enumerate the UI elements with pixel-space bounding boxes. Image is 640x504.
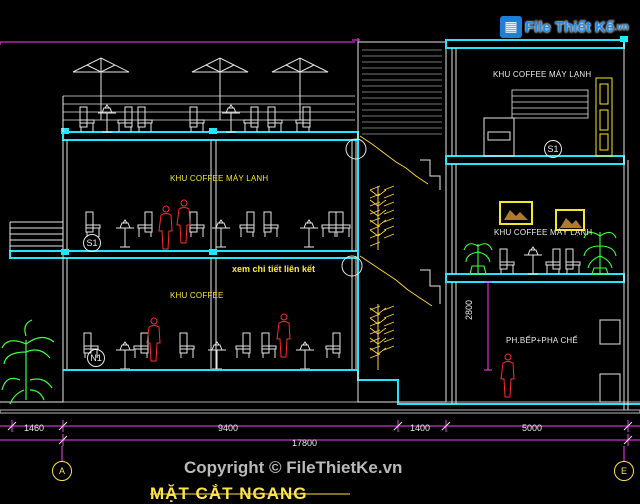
ac-unit bbox=[511, 89, 589, 119]
room-label-right-mid: KHU COFFEE MÁY LẠNH bbox=[494, 228, 593, 237]
plant-right-2 bbox=[583, 231, 617, 275]
stair-flight-1 bbox=[359, 135, 429, 185]
dimension-lines bbox=[0, 420, 640, 462]
dim-segment-4: 5000 bbox=[522, 423, 543, 433]
site-outline bbox=[0, 38, 360, 45]
person-ground-b bbox=[276, 313, 291, 358]
logo-suffix: .vn bbox=[614, 21, 629, 33]
axis-marker-a: A bbox=[52, 461, 72, 481]
drawing-title: MẶT CẮT NGANG bbox=[150, 484, 308, 503]
plant-right-1 bbox=[463, 243, 493, 275]
person-floor1-a bbox=[158, 205, 173, 250]
logo-text: File Thiết Kế bbox=[525, 18, 615, 36]
height-dim bbox=[484, 281, 492, 371]
copyright-watermark: Copyright © FileThietKe.vn bbox=[184, 458, 403, 477]
person-kitchen bbox=[500, 353, 515, 398]
wall-painting-2 bbox=[555, 209, 585, 231]
person-floor1-b bbox=[176, 199, 191, 244]
person-ground-a bbox=[146, 317, 161, 362]
stair-well bbox=[357, 41, 447, 403]
wall-painting-1 bbox=[499, 201, 533, 225]
stair-tree-1 bbox=[369, 186, 387, 250]
dim-segment-1: 1460 bbox=[24, 423, 45, 433]
room-label-first-floor: KHU COFFEE MÁY LẠNH bbox=[170, 174, 269, 183]
detail-note: xem chi tiết liên kết bbox=[232, 264, 316, 274]
kitchen-cabinet bbox=[599, 319, 621, 403]
level-tag-n1: N1 bbox=[87, 349, 105, 367]
room-label-kitchen: PH.BẾP+PHA CHẾ bbox=[506, 336, 578, 345]
balcony-rail bbox=[9, 221, 63, 251]
ground-slab bbox=[63, 369, 640, 405]
floor2-furniture bbox=[499, 246, 581, 275]
stair-tree-2 bbox=[369, 304, 387, 370]
umbrella-3 bbox=[271, 57, 329, 121]
dim-segment-2: 9400 bbox=[218, 423, 239, 433]
room-label-top-right: KHU COFFEE MÁY LẠNH bbox=[493, 70, 592, 79]
floor1-furniture bbox=[85, 211, 351, 248]
file-icon: ▦ bbox=[500, 16, 522, 38]
umbrella-2 bbox=[191, 57, 249, 121]
armchair bbox=[483, 117, 515, 157]
axis-marker-e: E bbox=[614, 461, 634, 481]
ground-furniture bbox=[83, 332, 341, 370]
right-roof-slab bbox=[445, 39, 625, 49]
dim-segment-3: 1400 bbox=[410, 423, 431, 433]
plant-large bbox=[1, 319, 55, 405]
right-floor1-slab bbox=[445, 273, 625, 283]
stair-steps bbox=[369, 185, 395, 359]
site-logo: ▦ File Thiết Kế .vn bbox=[500, 14, 629, 40]
stair-hatch bbox=[362, 49, 442, 135]
dim-total: 17800 bbox=[292, 438, 318, 448]
right-floor2-slab bbox=[445, 155, 625, 165]
door bbox=[595, 77, 613, 157]
level-tag-s1-right: S1 bbox=[544, 140, 562, 158]
level-tag-s1-left: S1 bbox=[83, 234, 101, 252]
dim-height: 2800 bbox=[464, 299, 474, 320]
room-label-ground-floor: KHU COFFEE bbox=[170, 291, 224, 300]
roof-furniture bbox=[79, 104, 311, 133]
umbrella-1 bbox=[72, 57, 130, 121]
